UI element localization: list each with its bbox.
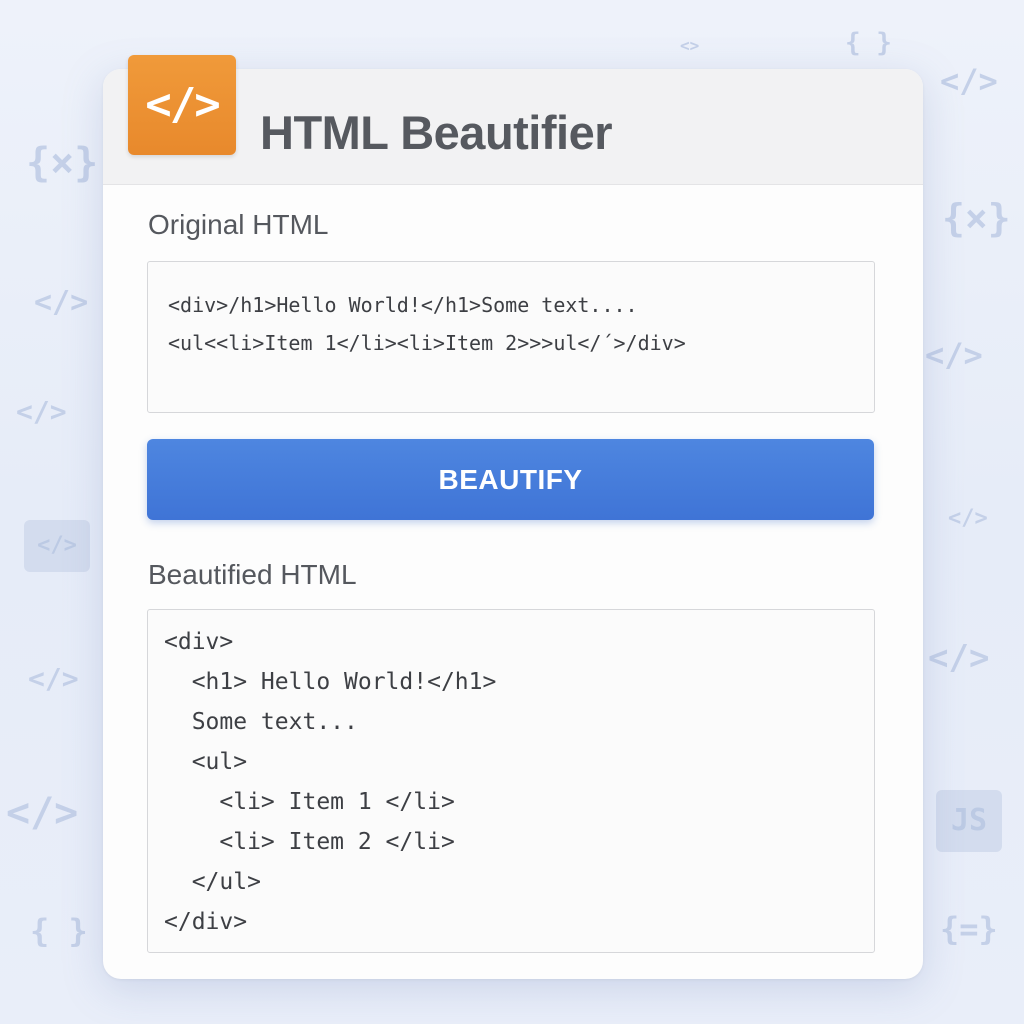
beautified-code-line: <li> Item 1 </li> (164, 789, 455, 815)
original-code-line: <div>/h1>Hello World!</h1>Some text.... (168, 293, 638, 317)
bg-curly-x-icon: {×} (26, 140, 99, 186)
original-code-line: <ul<<li>Item 1</li><li>Item 2>>>ul</´>/d… (168, 331, 686, 355)
bg-curly-braces-icon: { } (845, 28, 892, 58)
bg-code-brackets-icon: </> (28, 662, 79, 695)
bg-curly-braces-icon: { } (30, 912, 88, 950)
bg-angle-brackets-icon: <> (680, 36, 700, 55)
code-brackets-icon: </> (128, 55, 236, 155)
beautified-html-label: Beautified HTML (148, 559, 357, 590)
beautified-code-line: </div> (164, 909, 248, 935)
beautified-code-line: <ul> (164, 749, 248, 775)
beautified-code-line: </ul> (164, 869, 261, 895)
bg-code-file-icon: </> (24, 520, 90, 572)
app-title: HTML Beautifier (260, 106, 613, 159)
bg-code-brackets-icon: </> (948, 506, 988, 531)
bg-code-brackets-icon: </> (16, 395, 67, 428)
original-html-input[interactable]: <div>/h1>Hello World!</h1>Some text.... … (147, 261, 875, 413)
bg-curly-x-icon: {×} (942, 196, 1011, 240)
bg-curly-equals-icon: {=} (940, 910, 998, 948)
original-html-label: Original HTML (148, 209, 329, 240)
bg-code-brackets-icon: </> (928, 638, 990, 678)
beautified-code-line: <li> Item 2 </li> (164, 829, 455, 855)
bg-code-brackets-icon: </> (34, 285, 89, 320)
beautified-html-output[interactable]: <div> <h1> Hello World!</h1> Some text..… (147, 609, 875, 953)
bg-code-brackets-icon: </> (6, 790, 79, 836)
bg-code-brackets-icon: </> (925, 336, 983, 374)
beautified-code-line: <h1> Hello World!</h1> (164, 669, 497, 695)
beautify-button[interactable]: BEAUTIFY (147, 439, 874, 520)
beautified-code-line: Some text... (164, 709, 358, 735)
bg-code-brackets-icon: </> (940, 62, 998, 100)
beautified-code-line: <div> (164, 629, 234, 655)
beautifier-card: HTML Beautifier Original HTML <div>/h1>H… (103, 69, 923, 979)
bg-js-file-icon: JS (936, 790, 1002, 852)
